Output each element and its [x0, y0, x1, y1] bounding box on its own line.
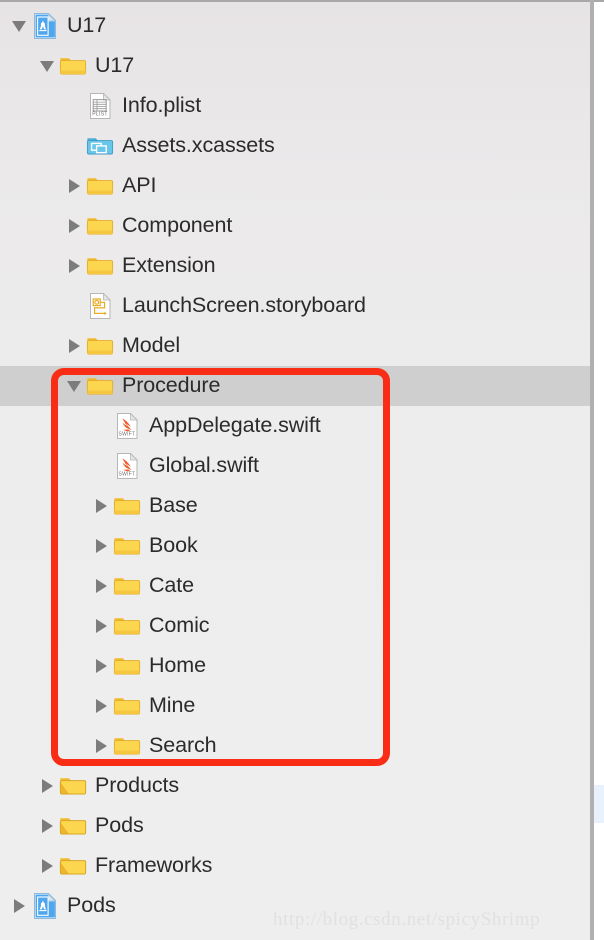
assets-folder-icon	[85, 131, 115, 161]
tree-row[interactable]: Frameworks	[0, 846, 590, 886]
tree-row-label: AppDelegate.swift	[149, 415, 321, 437]
tree-row-label: Cate	[149, 575, 194, 597]
tree-row-label: Frameworks	[95, 855, 212, 877]
folder-icon	[85, 211, 115, 241]
svg-text:PLIST: PLIST	[92, 112, 107, 118]
disclosure-triangle-closed-icon[interactable]	[90, 606, 112, 646]
tree-row-label: Procedure	[122, 375, 220, 397]
tree-row[interactable]: Book	[0, 526, 590, 566]
tree-row-label: Info.plist	[122, 95, 201, 117]
group-folder-icon	[58, 771, 88, 801]
tree-row[interactable]: Comic	[0, 606, 590, 646]
disclosure-triangle-closed-icon[interactable]	[36, 806, 58, 846]
folder-icon	[85, 331, 115, 361]
tree-row[interactable]: Base	[0, 486, 590, 526]
storyboard-file-icon	[85, 291, 115, 321]
disclosure-triangle-placeholder	[90, 446, 112, 486]
tree-row[interactable]: Procedure	[0, 366, 590, 406]
folder-icon	[85, 171, 115, 201]
watermark-text: http://blog.csdn.net/spicyShrimp	[273, 909, 540, 931]
tree-row[interactable]: U17	[0, 46, 590, 86]
swift-file-icon: SWIFT	[112, 451, 142, 481]
tree-row-label: Mine	[149, 695, 195, 717]
disclosure-triangle-placeholder	[63, 286, 85, 326]
tree-row-label: Home	[149, 655, 206, 677]
folder-icon	[85, 251, 115, 281]
tree-row-label: Pods	[67, 895, 116, 917]
tree-row[interactable]: Products	[0, 766, 590, 806]
disclosure-triangle-closed-icon[interactable]	[90, 566, 112, 606]
folder-icon	[112, 691, 142, 721]
tree-row-label: Assets.xcassets	[122, 135, 275, 157]
tree-row-label: LaunchScreen.storyboard	[122, 295, 366, 317]
folder-icon	[58, 51, 88, 81]
tree-row[interactable]: LaunchScreen.storyboard	[0, 286, 590, 326]
editor-pane-highlight	[594, 785, 604, 823]
group-folder-icon	[58, 811, 88, 841]
tree-row[interactable]: PLIST Info.plist	[0, 86, 590, 126]
folder-icon	[112, 611, 142, 641]
group-folder-icon	[58, 851, 88, 881]
tree-row-label: Base	[149, 495, 198, 517]
tree-row-label: Extension	[122, 255, 216, 277]
folder-icon	[85, 371, 115, 401]
disclosure-triangle-closed-icon[interactable]	[63, 206, 85, 246]
tree-row[interactable]: Assets.xcassets	[0, 126, 590, 166]
disclosure-triangle-closed-icon[interactable]	[90, 526, 112, 566]
project-navigator-pane[interactable]: U17 U17 PLIST Info.plist Assets.xcassets	[0, 0, 590, 940]
tree-row-label: API	[122, 175, 156, 197]
tree-row-label: Pods	[95, 815, 144, 837]
tree-row-label: Products	[95, 775, 179, 797]
disclosure-triangle-open-icon[interactable]	[36, 46, 58, 86]
disclosure-triangle-closed-icon[interactable]	[8, 886, 30, 926]
tree-row[interactable]: Component	[0, 206, 590, 246]
disclosure-triangle-placeholder	[63, 86, 85, 126]
disclosure-triangle-open-icon[interactable]	[8, 6, 30, 46]
tree-row-label: Comic	[149, 615, 209, 637]
xcode-project-icon	[30, 891, 60, 921]
tree-row[interactable]: Cate	[0, 566, 590, 606]
tree-row-label: Search	[149, 735, 217, 757]
disclosure-triangle-closed-icon[interactable]	[90, 646, 112, 686]
disclosure-triangle-closed-icon[interactable]	[36, 766, 58, 806]
tree-row[interactable]: API	[0, 166, 590, 206]
tree-row[interactable]: Search	[0, 726, 590, 766]
xcode-project-icon	[30, 11, 60, 41]
disclosure-triangle-closed-icon[interactable]	[63, 326, 85, 366]
disclosure-triangle-closed-icon[interactable]	[63, 166, 85, 206]
plist-file-icon: PLIST	[85, 91, 115, 121]
tree-row[interactable]: Pods	[0, 806, 590, 846]
swift-file-icon: SWIFT	[112, 411, 142, 441]
disclosure-triangle-closed-icon[interactable]	[90, 726, 112, 766]
tree-row[interactable]: SWIFT Global.swift	[0, 446, 590, 486]
disclosure-triangle-closed-icon[interactable]	[90, 486, 112, 526]
tree-row[interactable]: Home	[0, 646, 590, 686]
xcode-project-navigator-screenshot: U17 U17 PLIST Info.plist Assets.xcassets	[0, 0, 604, 940]
disclosure-triangle-closed-icon[interactable]	[63, 246, 85, 286]
folder-icon	[112, 651, 142, 681]
folder-icon	[112, 731, 142, 761]
tree-row[interactable]: SWIFT AppDelegate.swift	[0, 406, 590, 446]
disclosure-triangle-closed-icon[interactable]	[36, 846, 58, 886]
folder-icon	[112, 531, 142, 561]
tree-row-label: Book	[149, 535, 198, 557]
disclosure-triangle-placeholder	[90, 406, 112, 446]
tree-row[interactable]: Model	[0, 326, 590, 366]
disclosure-triangle-placeholder	[63, 126, 85, 166]
svg-text:SWIFT: SWIFT	[118, 432, 135, 438]
tree-row-label: Model	[122, 335, 180, 357]
tree-row-label: U17	[95, 55, 134, 77]
disclosure-triangle-open-icon[interactable]	[63, 366, 85, 406]
svg-text:SWIFT: SWIFT	[118, 472, 135, 478]
tree-row-label: Global.swift	[149, 455, 259, 477]
folder-icon	[112, 491, 142, 521]
tree-row[interactable]: Mine	[0, 686, 590, 726]
folder-icon	[112, 571, 142, 601]
tree-row-label: U17	[67, 15, 106, 37]
disclosure-triangle-closed-icon[interactable]	[90, 686, 112, 726]
tree-row[interactable]: U17	[0, 6, 590, 46]
tree-row-label: Component	[122, 215, 232, 237]
tree-row[interactable]: Extension	[0, 246, 590, 286]
